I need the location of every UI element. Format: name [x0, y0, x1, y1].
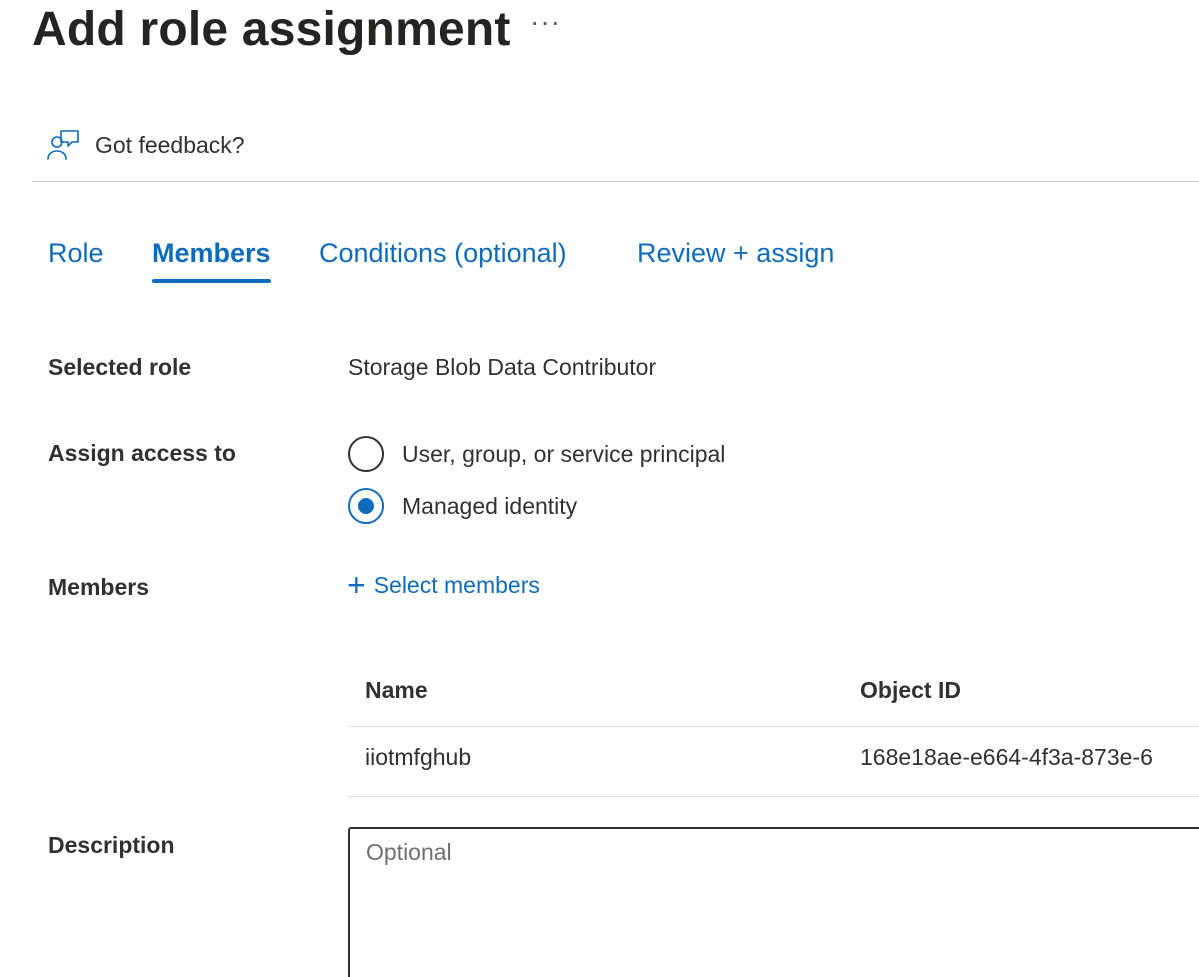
select-members-link[interactable]: + Select members — [347, 567, 540, 603]
tab-members[interactable]: Members — [152, 238, 271, 283]
description-label: Description — [48, 832, 175, 858]
add-role-assignment-page: Add role assignment ··· Got feedback? Ro… — [0, 0, 1199, 977]
members-label: Members — [48, 574, 149, 600]
members-table: Name Object ID iiotmfghub 168e18ae-e664-… — [348, 660, 1199, 797]
radio-button[interactable] — [348, 436, 384, 472]
column-header-name: Name — [365, 677, 428, 703]
radio-option-managed-identity[interactable]: Managed identity — [348, 488, 577, 524]
description-input[interactable] — [348, 827, 1199, 977]
member-name-cell: iiotmfghub — [365, 744, 472, 770]
radio-button-checked[interactable] — [348, 488, 384, 524]
tab-review-assign[interactable]: Review + assign — [637, 238, 834, 283]
assign-access-label: Assign access to — [48, 440, 236, 466]
radio-option-label: Managed identity — [402, 492, 578, 519]
tab-conditions[interactable]: Conditions (optional) — [319, 238, 567, 283]
selected-role-label: Selected role — [48, 354, 192, 380]
radio-option-label: User, group, or service principal — [402, 440, 726, 467]
radio-option-user-group[interactable]: User, group, or service principal — [348, 436, 725, 472]
feedback-label: Got feedback? — [95, 131, 245, 158]
select-members-label: Select members — [373, 571, 540, 598]
column-header-object-id: Object ID — [860, 677, 961, 703]
feedback-button[interactable]: Got feedback? — [46, 128, 245, 162]
plus-icon: + — [347, 567, 366, 603]
member-object-id-cell: 168e18ae-e664-4f3a-873e-6 — [860, 744, 1153, 770]
selected-role-value: Storage Blob Data Contributor — [348, 354, 657, 380]
tab-role[interactable]: Role — [48, 238, 104, 283]
page-title: Add role assignment — [32, 3, 511, 56]
person-feedback-icon — [47, 130, 79, 160]
table-row[interactable]: iiotmfghub 168e18ae-e664-4f3a-873e-6 — [348, 727, 1199, 797]
tab-bar: Role Members Conditions (optional) Revie… — [0, 238, 1199, 298]
header-divider — [32, 181, 1199, 182]
more-options-icon[interactable]: ··· — [530, 6, 561, 38]
table-header-row: Name Object ID — [348, 660, 1199, 727]
